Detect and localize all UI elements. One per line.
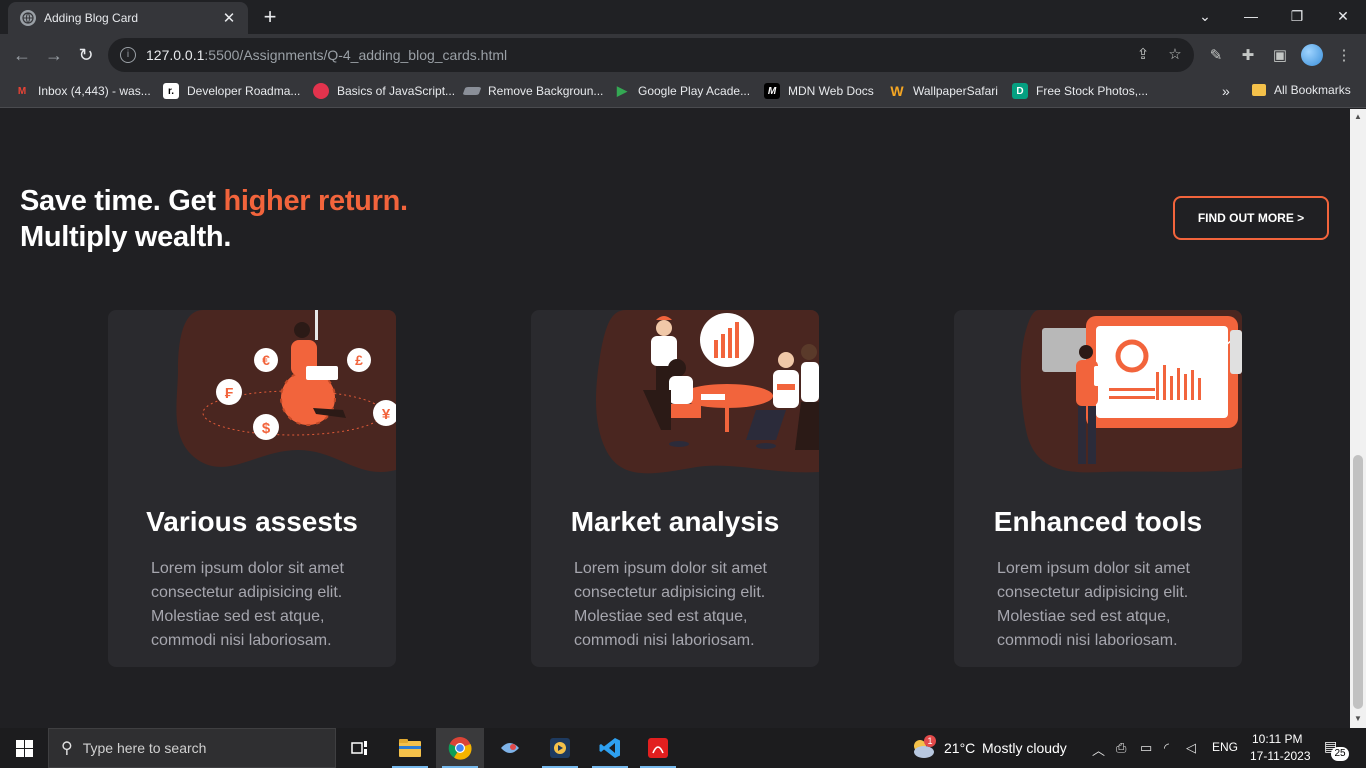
bookmark-item[interactable]: ▶ Google Play Acade... xyxy=(614,83,750,99)
gmail-icon: M xyxy=(17,85,27,97)
page-content: Save time. Get higher return. Multiply w… xyxy=(0,109,1350,728)
tab-bar: Adding Blog Card ✕ + ⌄ — ❐ ✕ xyxy=(0,0,1366,34)
wifi-icon[interactable]: ◜ xyxy=(1164,740,1169,756)
scroll-down-icon[interactable]: ▼ xyxy=(1354,715,1362,723)
windows-start-button[interactable] xyxy=(0,728,48,768)
tab-search-icon[interactable]: ⌄ xyxy=(1182,4,1228,28)
media-app-icon[interactable] xyxy=(536,728,584,768)
hero-title: Save time. Get higher return. Multiply w… xyxy=(20,185,408,253)
windows-logo-icon xyxy=(15,739,33,757)
meet-now-icon[interactable]: ⎙ xyxy=(1116,740,1126,756)
battery-icon[interactable]: ▭ xyxy=(1140,740,1152,756)
profile-avatar[interactable] xyxy=(1301,44,1323,66)
weather-temperature: 21°C xyxy=(944,740,976,756)
address-bar[interactable]: i 127.0.0.1:5500/Assignments/Q-4_adding_… xyxy=(108,38,1194,72)
volume-icon[interactable]: ◁ xyxy=(1186,740,1196,756)
folder-icon xyxy=(1252,84,1266,96)
bookmark-item[interactable]: W WallpaperSafari xyxy=(889,83,998,99)
eyedropper-icon[interactable]: ✎ xyxy=(1206,46,1226,66)
card-text: Lorem ipsum dolor sit amet consectetur a… xyxy=(997,560,1190,649)
browser-tab[interactable]: Adding Blog Card ✕ xyxy=(8,2,248,34)
euro-symbol: € xyxy=(262,352,270,368)
find-out-more-button[interactable]: FIND OUT MORE > xyxy=(1173,196,1329,240)
pound-symbol: £ xyxy=(355,352,363,368)
browser-toolbar: ← → ↻ i 127.0.0.1:5500/Assignments/Q-4_a… xyxy=(0,34,1366,76)
clock-time[interactable]: 10:11 PM xyxy=(1252,732,1302,746)
page-scrollbar[interactable]: ▲ ▼ xyxy=(1350,109,1366,728)
snipping-tool-icon[interactable] xyxy=(486,728,534,768)
tools-illustration xyxy=(1020,310,1242,473)
search-icon: ⚲ xyxy=(61,740,73,757)
weather-badge: 1 xyxy=(924,735,936,747)
bookmarks-bar: M Inbox (4,443) - was... r. Developer Road… xyxy=(0,76,1366,108)
bookmark-item[interactable]: r. Developer Roadma... xyxy=(163,83,300,99)
card-title: Various assests xyxy=(146,506,358,537)
card-title: Enhanced tools xyxy=(993,506,1203,537)
bookmark-star-icon[interactable]: ☆ xyxy=(1166,46,1184,64)
chrome-icon[interactable] xyxy=(436,728,484,768)
task-view-icon[interactable] xyxy=(336,728,384,768)
windows-taskbar: ⚲ Type here to search 1 21°C Mostly clou… xyxy=(0,728,1366,768)
acrobat-icon[interactable] xyxy=(634,728,682,768)
menu-icon[interactable]: ⋮ xyxy=(1334,46,1354,66)
vscode-icon[interactable] xyxy=(586,728,634,768)
restore-icon[interactable]: ❐ xyxy=(1274,4,1320,28)
taskbar-search-box[interactable]: ⚲ Type here to search xyxy=(48,728,336,768)
franc-symbol: ₣ xyxy=(225,385,233,402)
url-path: :5500/Assignments/Q-4_adding_blog_cards.… xyxy=(204,47,508,63)
bookmark-item[interactable]: Basics of JavaScript... xyxy=(313,83,455,99)
yen-symbol: ¥ xyxy=(382,406,391,423)
js-basics-icon xyxy=(313,83,329,99)
url-host: 127.0.0.1 xyxy=(146,47,205,63)
search-placeholder: Type here to search xyxy=(82,740,207,756)
mdn-icon: M xyxy=(764,83,780,99)
card-text: Lorem ipsum dolor sit amet consectetur a… xyxy=(151,560,344,649)
new-tab-button[interactable]: + xyxy=(258,6,282,28)
stock-photos-icon: D xyxy=(1012,83,1028,99)
dollar-symbol: $ xyxy=(262,420,271,437)
blog-card[interactable]: Enhanced tools Lorem ipsum dolor sit ame… xyxy=(954,310,1242,667)
extensions-icon[interactable]: ✚ xyxy=(1238,46,1258,66)
bookmark-item[interactable]: D Free Stock Photos,... xyxy=(1012,83,1148,99)
hero-title-accent: higher return. xyxy=(223,185,408,217)
assets-illustration: € £ ₣ $ ¥ xyxy=(176,310,396,473)
notification-count: 25 xyxy=(1331,747,1349,761)
bookmark-item[interactable]: Remove Backgroun... xyxy=(462,83,603,99)
show-hidden-icons[interactable]: ︿ xyxy=(1092,740,1105,759)
card-text: Lorem ipsum dolor sit amet consectetur a… xyxy=(574,560,767,649)
market-analysis-illustration xyxy=(596,310,819,474)
reload-icon[interactable]: ↻ xyxy=(74,43,98,67)
wallpapersafari-icon: W xyxy=(890,83,904,99)
clock-date[interactable]: 17-11-2023 xyxy=(1250,749,1311,763)
globe-icon xyxy=(20,10,36,26)
scroll-up-icon[interactable]: ▲ xyxy=(1354,113,1362,121)
file-explorer-icon[interactable] xyxy=(386,728,434,768)
bookmark-item[interactable]: M MDN Web Docs xyxy=(764,83,874,99)
blog-card[interactable]: Market analysis Lorem ipsum dolor sit am… xyxy=(531,310,819,667)
tab-title: Adding Blog Card xyxy=(44,11,139,25)
close-tab-icon[interactable]: ✕ xyxy=(220,9,238,27)
removebg-icon xyxy=(462,87,482,95)
language-indicator[interactable]: ENG xyxy=(1212,740,1238,754)
share-icon[interactable]: ⇪ xyxy=(1134,46,1152,64)
side-panel-icon[interactable]: ▣ xyxy=(1270,46,1290,66)
all-bookmarks-button[interactable]: All Bookmarks xyxy=(1252,83,1351,97)
blog-card[interactable]: € £ ₣ $ ¥ Various assests Lorem ipsum do… xyxy=(108,310,396,667)
close-window-icon[interactable]: ✕ xyxy=(1320,4,1366,28)
bookmark-item[interactable]: M Inbox (4,443) - was... xyxy=(14,83,151,99)
minimize-icon[interactable]: — xyxy=(1228,4,1274,28)
back-icon[interactable]: ← xyxy=(10,43,34,67)
bookmarks-overflow-button[interactable]: » xyxy=(1222,83,1230,99)
card-title: Market analysis xyxy=(570,506,780,537)
google-play-icon: ▶ xyxy=(617,83,627,98)
forward-icon[interactable]: → xyxy=(42,43,66,67)
site-info-icon[interactable]: i xyxy=(120,47,136,63)
weather-description: Mostly cloudy xyxy=(982,740,1067,756)
roadmap-icon: r. xyxy=(163,83,179,99)
scroll-thumb[interactable] xyxy=(1353,455,1363,709)
